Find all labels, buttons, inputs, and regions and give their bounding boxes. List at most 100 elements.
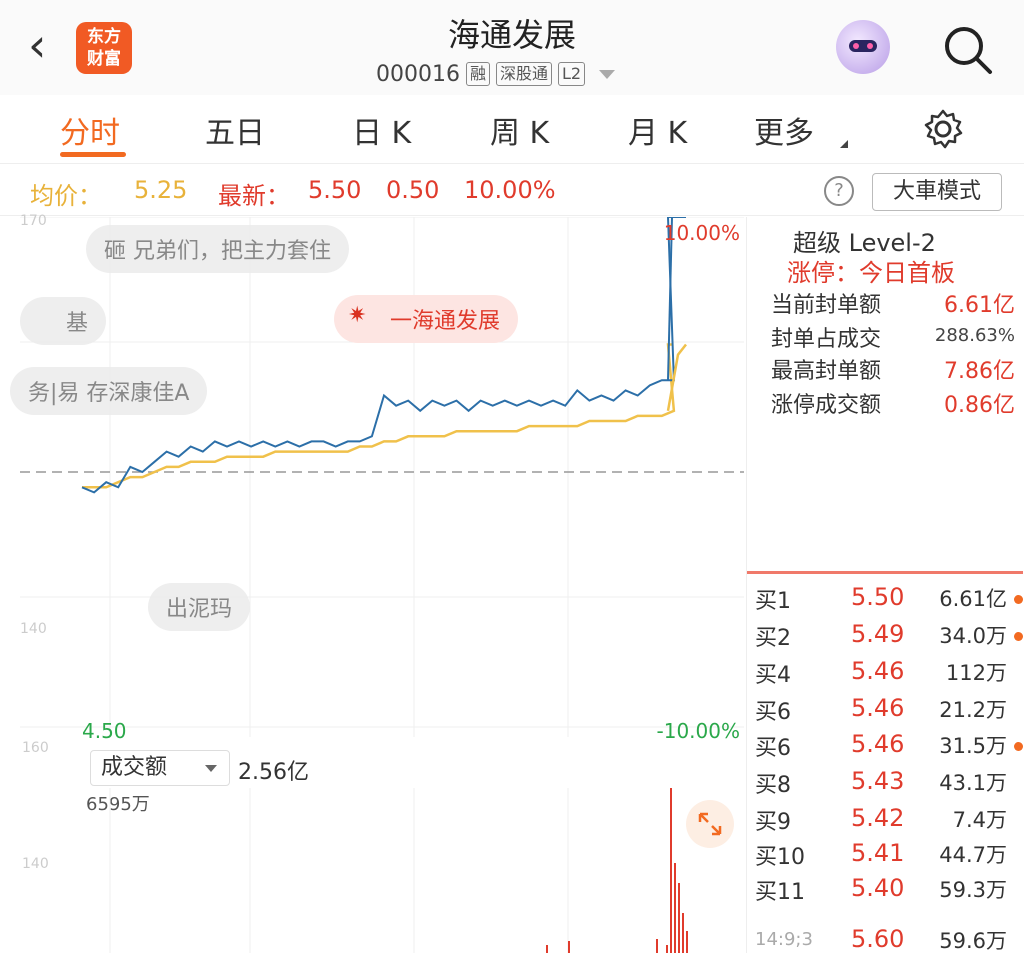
order-indicator-dot — [1014, 742, 1023, 751]
expand-icon[interactable] — [686, 800, 734, 848]
danmaku-hot-text: 一海通发展 — [390, 309, 501, 334]
danmaku-comment[interactable]: 务|易 存深康佳A — [10, 367, 208, 415]
order-price: 5.46 — [851, 730, 905, 758]
volume-bar — [682, 913, 684, 953]
faint-axis-label: 170 — [20, 213, 47, 229]
chevron-down-icon[interactable] — [599, 69, 616, 79]
order-volume: 6.61亿 — [939, 587, 1007, 611]
top-bar: ‹ 东方 财富 海通发展 000016 融 深股通 L2 — [0, 0, 1024, 95]
order-book-row[interactable]: 买8 5.43 43.1万 — [755, 767, 1024, 803]
order-price: 5.40 — [851, 874, 905, 902]
order-book-row[interactable]: 买6 5.46 21.2万 — [755, 694, 1024, 730]
order-volume: 31.5万 — [939, 734, 1007, 758]
avg-price-value: 5.25 — [134, 176, 188, 204]
order-level-label: 买11 — [755, 880, 805, 905]
order-price: 5.60 — [851, 925, 905, 953]
order-book-row[interactable]: 买10 5.41 44.7万 — [755, 839, 1024, 875]
order-volume: 112万 — [945, 661, 1007, 685]
order-level-label: 买4 — [755, 663, 791, 688]
stat-row: 当前封单额 6.61亿 — [771, 287, 1021, 321]
intraday-chart[interactable]: 170 140 10.00% 4.50 -10.00% 砸 兄弟们，把主力套住 … — [10, 213, 744, 743]
order-volume: 59.6万 — [939, 929, 1007, 953]
order-book-row[interactable]: 买9 5.42 7.4万 — [755, 804, 1024, 840]
stock-code: 000016 — [376, 61, 460, 87]
order-book-row[interactable]: 买4 5.46 112万 — [755, 657, 1024, 693]
order-price: 5.50 — [851, 583, 905, 611]
stat-value: 7.86亿 — [944, 359, 1015, 384]
order-indicator-dot — [1014, 886, 1023, 895]
price-info-bar: 均价： 5.25 最新： 5.50 0.50 10.00% — [0, 166, 1024, 216]
volume-metric-select[interactable]: 成交额 — [90, 750, 230, 786]
more-caret-icon — [840, 140, 848, 148]
order-volume: 34.0万 — [939, 624, 1007, 648]
danmaku-comment-hot[interactable]: ✷ 一海通发展 — [334, 295, 519, 343]
danmaku-comment[interactable]: 砸 兄弟们，把主力套住 — [86, 225, 349, 273]
connect-tag: 深股通 — [496, 62, 553, 86]
order-volume: 21.2万 — [939, 698, 1007, 722]
stat-label: 当前封单额 — [771, 293, 882, 318]
volume-bar — [568, 941, 570, 953]
order-level-label: 买1 — [755, 589, 791, 614]
order-book-row[interactable]: 买2 5.49 34.0万 — [755, 620, 1024, 656]
faint-axis-label: 160 — [22, 740, 49, 756]
big-order-mode-button[interactable]: 大車模式 — [872, 173, 1002, 211]
tab-daily-k[interactable]: 日 K — [352, 108, 411, 152]
volume-chart-svg — [109, 788, 688, 953]
help-icon[interactable]: ? — [824, 176, 854, 206]
volume-bar — [656, 939, 658, 953]
order-book-row[interactable]: 14:9;3 5.60 59.6万 — [755, 925, 1024, 953]
order-indicator-dot — [1014, 595, 1023, 604]
tab-monthly-k[interactable]: 月 K — [628, 108, 687, 152]
order-book-row[interactable]: 买1 5.50 6.61亿 — [755, 583, 1024, 619]
danmaku-comment[interactable]: 出泥玛 — [148, 583, 251, 631]
order-volume: 7.4万 — [952, 808, 1007, 832]
order-level-label: 14:9;3 — [755, 929, 813, 950]
stat-value: 288.63% — [934, 325, 1015, 346]
period-tabs: 分时 五日 日 K 周 K 月 K 更多 — [0, 96, 1024, 164]
price-change-pct: 10.00% — [464, 176, 556, 204]
volume-bar — [666, 945, 668, 953]
order-level-label: 买8 — [755, 773, 791, 798]
level2-tag: L2 — [558, 62, 586, 86]
danmaku-comment[interactable]: 基 — [20, 297, 107, 345]
tab-more[interactable]: 更多 — [754, 108, 814, 152]
stock-subline: 000016 融 深股通 L2 — [376, 60, 616, 88]
gear-icon[interactable] — [922, 108, 964, 150]
tab-five-day[interactable]: 五日 — [205, 108, 265, 152]
margin-tag: 融 — [465, 62, 490, 86]
stat-row: 封单占成交 288.63% — [771, 321, 1021, 355]
order-level-label: 买9 — [755, 810, 791, 835]
stat-row: 涨停成交额 0.86亿 — [771, 387, 1021, 421]
volume-total: 2.56亿 — [238, 760, 309, 785]
volume-metric-label: 成交额 — [101, 755, 168, 780]
order-indicator-dot — [1014, 669, 1023, 678]
volume-bar — [674, 863, 676, 953]
order-volume: 59.3万 — [939, 878, 1007, 902]
stat-value: 0.86亿 — [944, 393, 1015, 418]
volume-bar — [678, 883, 680, 953]
order-indicator-dot — [1014, 632, 1023, 641]
order-level-label: 买6 — [755, 736, 791, 761]
order-volume: 43.1万 — [939, 771, 1007, 795]
bottom-price-label: 4.50 — [82, 719, 127, 743]
search-icon[interactable] — [942, 24, 994, 76]
order-indicator-dot — [1014, 779, 1023, 788]
stat-label: 涨停成交额 — [771, 393, 882, 418]
faint-axis-label: 140 — [20, 621, 47, 637]
robot-mascot-icon[interactable] — [836, 20, 890, 74]
bottom-pct-label: -10.00% — [656, 719, 740, 743]
panel-divider — [747, 571, 1023, 574]
order-level-label: 买2 — [755, 626, 791, 651]
stat-label: 最高封单额 — [771, 359, 882, 384]
tab-intraday[interactable]: 分时 — [60, 108, 120, 152]
dropdown-caret-icon — [205, 765, 217, 772]
tab-weekly-k[interactable]: 周 K — [490, 108, 549, 152]
order-price: 5.41 — [851, 839, 905, 867]
active-tab-indicator — [60, 152, 126, 157]
latest-price-label: 最新： — [218, 182, 290, 210]
top-pct-label: 10.00% — [663, 221, 740, 245]
latest-price-value: 5.50 — [308, 176, 362, 204]
order-price: 5.49 — [851, 620, 905, 648]
order-book-row[interactable]: 买6 5.46 31.5万 — [755, 730, 1024, 766]
order-book-row[interactable]: 买11 5.40 59.3万 — [755, 874, 1024, 910]
